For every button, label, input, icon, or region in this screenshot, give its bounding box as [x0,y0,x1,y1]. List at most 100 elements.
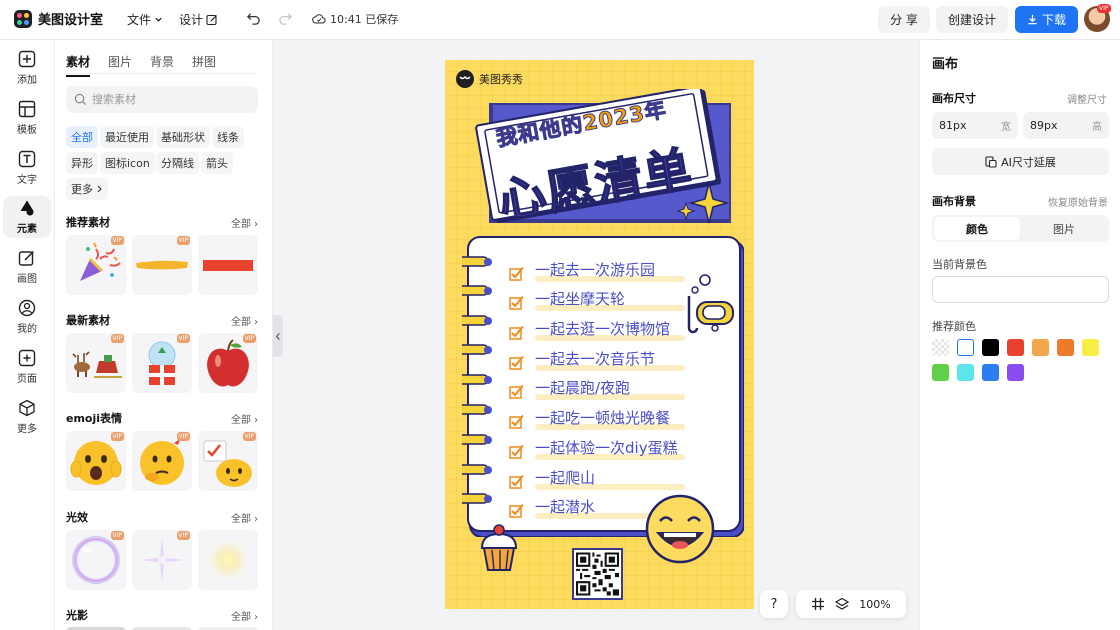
see-all-emoji[interactable]: 全部 › [231,411,258,426]
width-field[interactable]: 81px 宽 [932,112,1018,139]
chip-recent[interactable]: 最近使用 [100,126,154,148]
color-swatch[interactable] [932,364,949,381]
asset-thumb-sleigh[interactable]: VIP [66,333,126,393]
checkbox-checked-icon [509,474,524,489]
rail-item-pages[interactable]: 页面 [3,346,51,388]
asset-thumb-apple[interactable]: VIP [198,333,258,393]
rail-item-elements[interactable]: 元素 [3,196,51,238]
height-field[interactable]: 89px 高 [1023,112,1109,139]
see-all-light-shadow[interactable]: 全部 › [231,608,258,623]
panel-title: 画布 [932,57,959,72]
asset-thumb-checklist-emoji[interactable]: VIP [198,431,258,491]
rail-label: 元素 [17,224,37,235]
current-bg-color[interactable] [932,276,1109,303]
rail-item-more[interactable]: 更多 [3,396,51,438]
chevron-left-icon [275,332,280,340]
restore-bg-link[interactable]: 恢复原始背景 [1048,194,1108,209]
rail-item-draw[interactable]: 画图 [3,246,51,288]
search-icon [74,93,87,106]
search-box[interactable] [66,86,258,113]
share-button[interactable]: 分 享 [878,6,930,33]
checkbox-checked-icon [509,384,524,399]
ai-resize-icon [985,155,997,168]
rail-item-add[interactable]: 添加 [3,47,51,89]
design-canvas[interactable]: 美图秀秀 我和他的2023年 心愿清单 一起去一次游乐园 一起坐摩天轮 一起去逛… [445,60,754,609]
color-swatch[interactable] [932,339,949,356]
color-swatch[interactable] [982,339,999,356]
design-menu-label: 设计 [179,13,204,27]
asset-thumb-thinking-emoji[interactable]: VIP [132,431,192,491]
asset-thumb-gift-globe[interactable]: VIP [132,333,192,393]
chip-all[interactable]: 全部 [66,126,98,148]
rail-item-mine[interactable]: 我的 [3,296,51,338]
wish-item: 一起去逛一次博物馆 [535,320,671,338]
top-bar: 美图设计室 文件 设计 10:41 已保存 分 享 创建设计 下载 VIP [0,0,1120,40]
see-all-label: 全部 [231,415,251,426]
chip-basic-shapes[interactable]: 基础形状 [156,126,210,148]
ai-extend-button[interactable]: AI尺寸延展 [932,148,1109,175]
color-swatch[interactable] [1007,364,1024,381]
avatar-vip-badge: VIP [1097,4,1111,13]
color-swatch[interactable] [957,364,974,381]
app-name: 美图设计室 [38,13,104,28]
save-status-text: 10:41 已保存 [330,13,399,26]
chip-icons[interactable]: 图标icon [100,152,155,174]
zoom-level[interactable]: 100% [859,598,890,611]
pages-icon [18,349,36,367]
help-button[interactable]: ? [760,590,788,618]
color-swatch[interactable] [1032,339,1049,356]
download-button[interactable]: 下载 [1015,6,1078,33]
vip-badge: VIP [110,432,124,441]
asset-thumb-party-popper[interactable]: VIP [66,235,126,295]
layers-icon[interactable] [835,597,850,611]
vip-badge: VIP [242,334,256,343]
color-swatch[interactable] [982,364,999,381]
download-icon [1028,14,1037,25]
rail-label: 更多 [17,424,37,435]
color-swatch[interactable] [1057,339,1074,356]
asset-thumb-yellow-brush[interactable]: VIP [132,235,192,295]
color-swatch[interactable] [1082,339,1099,356]
see-all-recommended[interactable]: 全部 › [231,215,258,230]
bg-type-color[interactable]: 颜色 [934,217,1020,240]
yellow-glow-image [204,536,252,584]
color-swatch[interactable] [1007,339,1024,356]
chip-irregular[interactable]: 异形 [66,152,98,174]
chip-dividers[interactable]: 分隔线 [156,152,199,174]
undo-icon[interactable] [246,11,261,26]
redo-icon[interactable] [278,11,293,26]
design-menu[interactable]: 设计 [179,11,218,28]
asset-thumb-glow[interactable] [198,530,258,590]
download-label: 下载 [1041,13,1066,27]
tab-divider [66,73,258,74]
diving-mask-icon [687,274,734,334]
chevron-down-icon [155,17,162,22]
asset-thumb-shocked-emoji[interactable]: VIP [66,431,126,491]
properties-panel: 画布 画布尺寸 调整尺寸 81px 宽 89px 高 AI尺寸延展 画布背景 恢… [919,40,1120,630]
rail-label: 我的 [17,324,37,335]
see-all-label: 全部 [231,317,251,328]
asset-thumb-red-bar[interactable] [198,235,258,295]
asset-thumb-bubble[interactable]: VIP [66,530,126,590]
search-input[interactable] [92,93,252,106]
create-design-button[interactable]: 创建设计 [936,6,1008,33]
color-swatch[interactable] [957,339,974,356]
chip-lines[interactable]: 线条 [212,126,244,148]
collapse-panel-button[interactable] [273,315,283,357]
see-all-latest[interactable]: 全部 › [231,313,258,328]
rail-item-text[interactable]: 文字 [3,147,51,189]
chip-more-label: 更多 [71,183,93,196]
chip-more[interactable]: 更多 [66,178,108,200]
asset-thumb-sparkle[interactable]: VIP [132,530,192,590]
vip-badge: VIP [110,531,124,540]
grid-icon[interactable] [811,597,825,611]
file-menu[interactable]: 文件 [127,11,163,28]
rail-item-template[interactable]: 模板 [3,97,51,139]
chip-arrows[interactable]: 箭头 [201,152,233,174]
resize-link[interactable]: 调整尺寸 [1067,91,1107,106]
vip-badge: VIP [176,236,190,245]
see-all-light-effects[interactable]: 全部 › [231,510,258,525]
checkbox-checked-icon [509,355,524,370]
app-logo[interactable]: 美图设计室 [14,9,103,28]
bg-type-image[interactable]: 图片 [1021,217,1107,240]
